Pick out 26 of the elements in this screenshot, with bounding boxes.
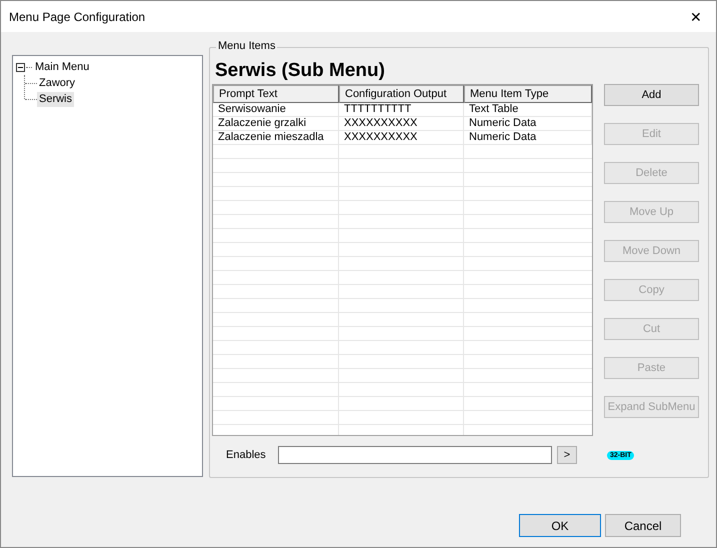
column-header[interactable]: Prompt Text [213,85,339,103]
group-legend: Menu Items [216,40,278,52]
dialog-button[interactable]: OK [519,514,601,537]
table-cell: Serwisowanie [213,103,339,117]
table-cell: XXXXXXXXXX [339,117,464,131]
section-heading: Serwis (Sub Menu) [214,60,386,83]
dialog-button[interactable]: Cancel [605,514,681,537]
close-button[interactable]: ✕ [676,2,716,32]
tree-item[interactable]: Serwis [37,92,74,106]
table-cell: Zalaczenie mieszadla [213,131,339,145]
table-cell: Text Table [464,103,592,117]
enables-field[interactable] [278,446,552,464]
table-cell: Numeric Data [464,117,592,131]
column-header[interactable]: Configuration Output [339,85,464,103]
column-header[interactable]: Menu Item Type [464,85,592,103]
window-title: Menu Page Configuration [8,10,146,24]
collapse-icon[interactable] [16,62,25,72]
action-button[interactable]: Add [604,84,699,106]
table-cell: TTTTTTTTTT [339,103,464,117]
tree-item[interactable]: Zawory [37,76,78,90]
table-cell: Zalaczenie grzalki [213,117,339,131]
table-cell: XXXXXXXXXX [339,131,464,145]
browse-button[interactable]: > [557,446,577,464]
table-cell: Numeric Data [464,131,592,145]
tree-item[interactable]: Main Menu [33,60,92,74]
enables-label: Enables [226,449,267,461]
